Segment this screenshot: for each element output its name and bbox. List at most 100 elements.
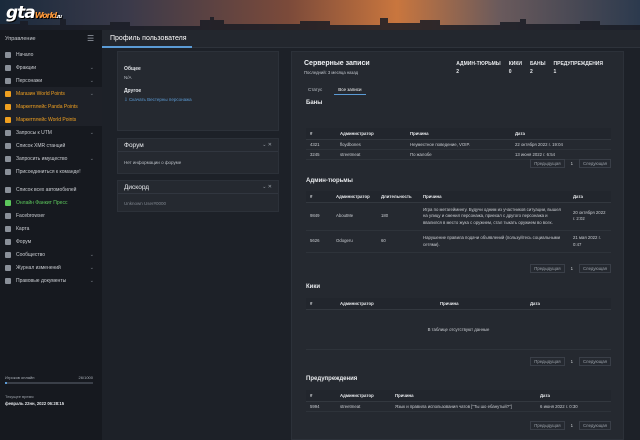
chevron-down-icon: ⌄	[89, 64, 94, 71]
forum-icon	[5, 238, 11, 245]
sidebar-item-13[interactable]: Карта	[0, 222, 102, 235]
column-header[interactable]: Дата	[511, 128, 611, 140]
stat-value: 1	[553, 69, 557, 75]
table-cell: 13 июня 2022 г. 6:54	[511, 149, 611, 160]
sidebar-item-11[interactable]: Онлайн Фанкит Пресс	[0, 196, 102, 209]
page-number[interactable]: 1	[571, 161, 573, 166]
sidebar-item-9[interactable]: Присоединиться к команде!	[0, 165, 102, 178]
sidebar-item-14[interactable]: Форум	[0, 235, 102, 248]
column-header[interactable]: #	[306, 298, 336, 310]
general-panel: Общее N/A Другое ⇩ Скачать Вестерны перс…	[117, 51, 279, 131]
table-row[interactable]: 5994 streetmeat Язык и правила использован…	[306, 401, 611, 412]
table-cell: Нарушение правила подачи объявлений (пол…	[419, 230, 569, 253]
sidebar-item-6[interactable]: Запросы к UTM ⌄	[0, 126, 102, 139]
sidebar-item-17[interactable]: Правовые документы ⌄	[0, 274, 102, 287]
column-header[interactable]: #	[306, 390, 336, 402]
table-row[interactable]: 3245 streetmeat По жалобе 13 июня 2022 г. 6…	[306, 149, 611, 160]
column-header[interactable]: Администратор	[336, 390, 391, 402]
page-number[interactable]: 1	[571, 423, 573, 428]
column-header[interactable]: Дата	[536, 390, 611, 402]
download-link[interactable]: ⇩ Скачать Вестерны персонажа	[124, 97, 272, 103]
table-cell: Игра по метагеймингу. Будучи одним из уч…	[419, 202, 569, 231]
column-header[interactable]: Администратор	[336, 298, 436, 310]
column-header[interactable]: Причина	[391, 390, 536, 402]
next-page-button[interactable]: Следующая	[578, 421, 611, 430]
sidebar-item-1[interactable]: Фракции ⌄	[0, 61, 102, 74]
sidebar-item-10[interactable]: Список всех автомобилей	[0, 183, 102, 196]
prev-page-button[interactable]: Предыдущая	[530, 159, 565, 168]
discord-panel: Дискорд ⌄ ✕ Unknown User#0000	[117, 180, 279, 212]
next-page-button[interactable]: Следующая	[578, 357, 611, 366]
sidebar-item-label: Правовые документы	[16, 277, 67, 284]
table-row[interactable]: 4321 floydbones Неуместное поведение, VOIP…	[306, 139, 611, 150]
browser-icon	[5, 212, 11, 219]
table-cell: По жалобе	[406, 149, 511, 160]
table-cell: AboutMe	[332, 202, 377, 231]
stat-label: БАНЫ	[529, 61, 546, 67]
table-row[interactable]: 9849 AboutMe 180 Игра по метагеймингу. Буду…	[306, 202, 611, 231]
page-number[interactable]: 1	[571, 359, 573, 364]
table-cell: streetmeat	[336, 149, 406, 160]
sidebar-item-4[interactable]: Маркетплейс Panda Points	[0, 100, 102, 113]
warnings-pagination: Предыдущая 1 Следующая	[530, 421, 611, 430]
table-cell: Язык и правила использования чатов ["Ты …	[391, 401, 536, 412]
chevron-down-icon: ⌄	[89, 129, 94, 136]
column-header[interactable]: Администратор	[336, 128, 406, 140]
column-header[interactable]: #	[306, 191, 332, 203]
stat-value: 0	[508, 69, 512, 75]
sidebar-item-label: Магазин World Points	[16, 90, 65, 97]
sidebar-item-label: Маркетплейс Panda Points	[16, 103, 78, 110]
menu-toggle-icon[interactable]: ☰	[87, 34, 94, 43]
page-number[interactable]: 1	[571, 266, 573, 271]
sidebar-nav: Начало Фракции ⌄ Персонажи ⌄ Магазин World Po…	[0, 48, 102, 287]
bans-table: # Администратор Причина Дата 4321 floydbones Н…	[306, 128, 611, 160]
column-header[interactable]: Причина	[436, 298, 526, 310]
sidebar-item-0[interactable]: Начало	[0, 48, 102, 61]
online-value: 26/1000	[78, 375, 93, 380]
column-header[interactable]: Дата	[526, 298, 611, 310]
tab-status[interactable]: Статус	[304, 85, 326, 95]
prev-page-button[interactable]: Предыдущая	[530, 421, 565, 430]
prev-page-button[interactable]: Предыдущая	[530, 264, 565, 273]
car-icon	[5, 186, 11, 193]
flag-icon	[5, 64, 11, 71]
jails-title: Админ-тюрьмы	[306, 178, 353, 184]
next-page-button[interactable]: Следующая	[578, 264, 611, 273]
bans-pagination: Предыдущая 1 Следующая	[530, 159, 611, 168]
table-row[interactable]: 5626 Odogeru 60 Нарушение правила подачи об…	[306, 230, 611, 253]
sidebar-item-label: Маркетплейс World Points	[16, 116, 77, 123]
sidebar-item-5[interactable]: Маркетплейс World Points	[0, 113, 102, 126]
panel-controls-icon[interactable]: ⌄ ✕	[262, 142, 272, 148]
sidebar-item-15[interactable]: Сообщество ⌄	[0, 248, 102, 261]
tab-all-records[interactable]: Все записи	[334, 85, 366, 95]
stat-1: КИКИ 0	[509, 61, 522, 75]
next-page-button[interactable]: Следующая	[578, 159, 611, 168]
prev-page-button[interactable]: Предыдущая	[530, 357, 565, 366]
column-header[interactable]: Дата	[569, 191, 611, 203]
tab-profile[interactable]: Профиль пользователя	[102, 30, 192, 48]
sidebar-item-label: Список всех автомобилей	[16, 186, 77, 193]
column-header[interactable]: Причина	[419, 191, 569, 203]
sidebar-item-8[interactable]: Запросить имущество ⌄	[0, 152, 102, 165]
stat-0: АДМИН-ТЮРЬМЫ 2	[456, 61, 500, 75]
panel-controls-icon[interactable]: ⌄ ✕	[262, 184, 272, 190]
sidebar-item-16[interactable]: Журнал изменений ⌄	[0, 261, 102, 274]
stat-value: 2	[456, 69, 459, 75]
site-logo[interactable]: gtaWorld.ru	[6, 3, 62, 23]
sidebar-item-7[interactable]: Список XMR станций	[0, 139, 102, 152]
column-header[interactable]: Длительность	[377, 191, 419, 203]
records-subtitle: Последний: 3 месяца назад	[304, 70, 359, 75]
table-cell: 5994	[306, 401, 336, 412]
stat-3: ПРЕДУПРЕЖДЕНИЯ 1	[554, 61, 603, 75]
column-header[interactable]: #	[306, 128, 336, 140]
column-header[interactable]: Причина	[406, 128, 511, 140]
sidebar-item-3[interactable]: Магазин World Points ⌄	[0, 87, 102, 100]
sidebar-item-12[interactable]: Facebrowser	[0, 209, 102, 222]
server-records-panel: Серверные записи Последний: 3 месяца наз…	[291, 51, 624, 440]
records-tabs: Статус Все записи	[304, 85, 366, 95]
time-label: Текущее время	[5, 394, 34, 399]
list-icon	[5, 142, 11, 149]
sidebar-item-2[interactable]: Персонажи ⌄	[0, 74, 102, 87]
column-header[interactable]: Администратор	[332, 191, 377, 203]
chevron-down-icon: ⌄	[89, 155, 94, 162]
